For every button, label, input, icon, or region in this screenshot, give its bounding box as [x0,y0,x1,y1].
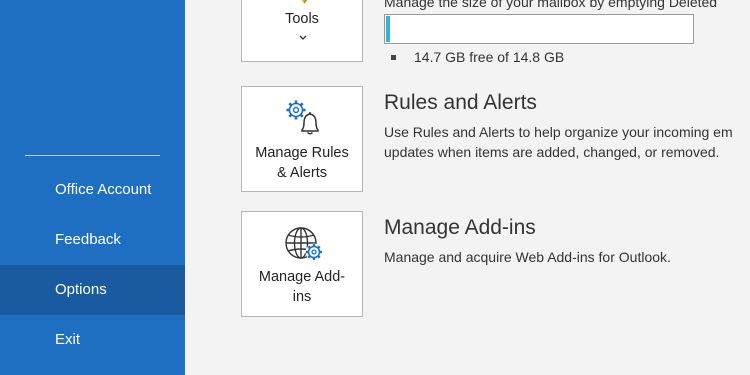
sidebar-divider [25,155,160,156]
backstage-sidebar: Office Account Feedback Options Exit [0,0,185,375]
sidebar-item-office-account[interactable]: Office Account [0,165,185,215]
tools-button[interactable]: Tools [241,0,363,62]
globe-gear-icon [285,227,323,261]
rules-alerts-description-line1: Use Rules and Alerts to help organize yo… [384,124,733,140]
rules-alerts-description-line2: updates when items are added, changed, o… [384,144,720,160]
sidebar-item-options[interactable]: Options [0,265,185,315]
bell-icon [301,112,319,135]
rules-alerts-icon [286,100,319,135]
tools-icon [301,0,308,4]
manage-addins-label-line1: Manage Add- [258,269,346,285]
sidebar-item-exit[interactable]: Exit [0,315,185,365]
manage-rules-label-line2: & Alerts [277,165,327,181]
tools-label: Tools [285,11,319,27]
manage-rules-alerts-button[interactable]: Manage Rules & Alerts [241,86,363,192]
manage-addins-button[interactable]: Manage Add- ins [241,211,363,317]
manage-rules-label-line1: Manage Rules [255,145,349,161]
mailbox-storage-bar [384,14,694,44]
chevron-down-icon [299,35,307,40]
mailbox-storage-fill [386,16,390,42]
manage-addins-label-line2: ins [292,289,312,305]
rules-alerts-title: Rules and Alerts [384,91,537,114]
manage-addins-description: Manage and acquire Web Add-ins for Outlo… [384,249,671,265]
gear-icon [305,243,323,261]
manage-addins-title: Manage Add-ins [384,216,536,239]
tools-description: Manage the size of your mailbox by empty… [384,0,718,10]
mailbox-storage-text: 14.7 GB free of 14.8 GB [414,49,565,65]
sidebar-item-feedback[interactable]: Feedback [0,215,185,265]
bullet [391,55,396,60]
gear-icon [286,100,306,120]
